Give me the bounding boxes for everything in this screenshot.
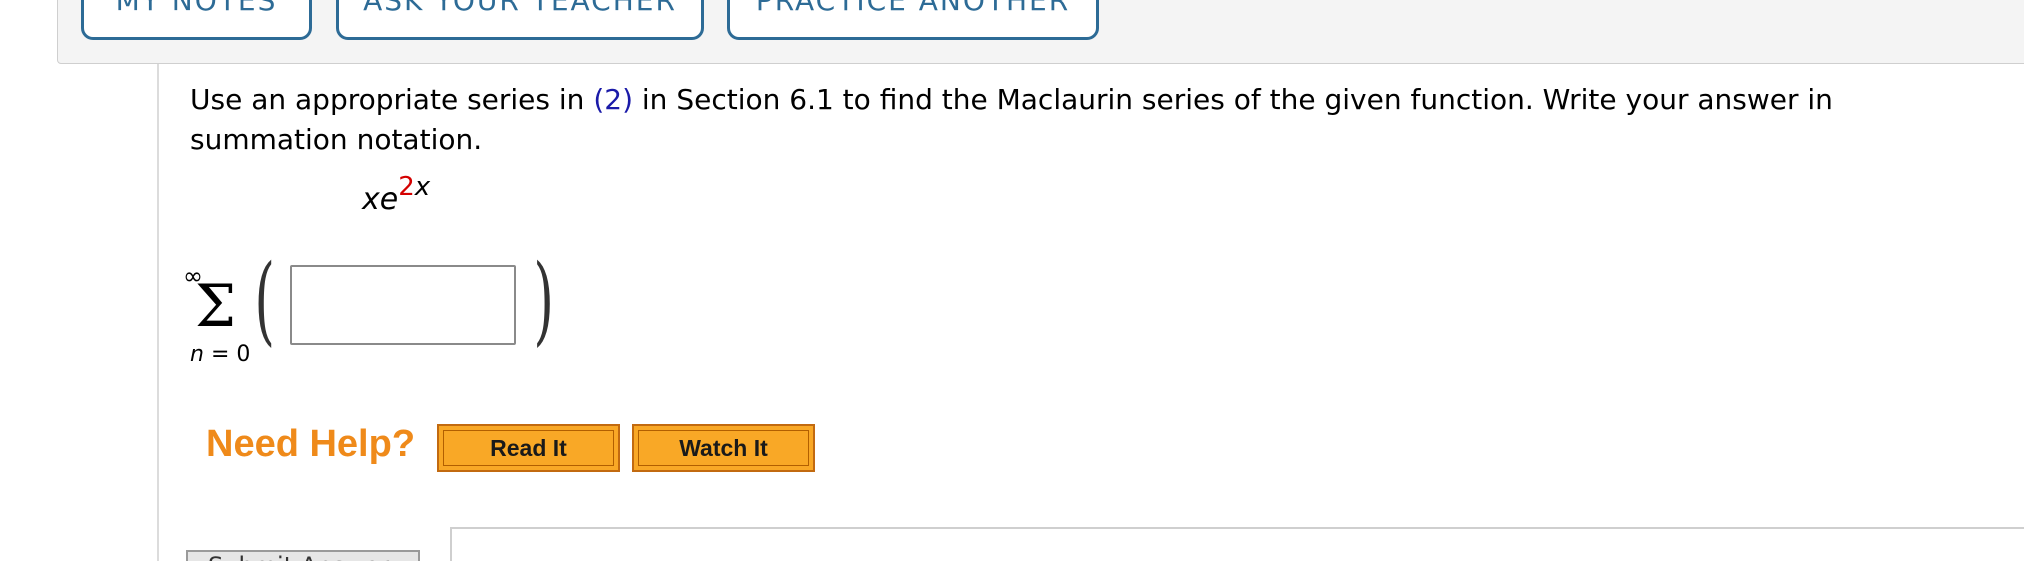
exponent-coefficient: 2 bbox=[398, 172, 415, 202]
left-parenthesis: ( bbox=[254, 244, 276, 356]
need-help-label: Need Help? bbox=[206, 423, 416, 465]
practice-another-label: PRACTICE ANOTHER bbox=[755, 0, 1071, 17]
function-expression: xe2x bbox=[362, 172, 430, 217]
ask-your-teacher-button[interactable]: ASK YOUR TEACHER bbox=[336, 0, 704, 40]
my-notes-button[interactable]: MY NOTES bbox=[81, 0, 312, 40]
my-notes-label: MY NOTES bbox=[115, 0, 278, 17]
function-base: xe bbox=[362, 182, 399, 217]
answer-input[interactable] bbox=[290, 265, 516, 345]
read-it-label: Read It bbox=[443, 430, 614, 466]
question-border bbox=[157, 64, 159, 561]
summation-lower-limit: n = 0 bbox=[190, 342, 250, 367]
lower-limit-equals: = bbox=[203, 342, 237, 367]
lower-limit-variable: n bbox=[190, 342, 204, 367]
page: MY NOTES ASK YOUR TEACHER PRACTICE ANOTH… bbox=[0, 0, 2024, 561]
series-reference-link[interactable]: (2) bbox=[593, 83, 633, 116]
watch-it-label: Watch It bbox=[638, 430, 809, 466]
practice-another-button[interactable]: PRACTICE ANOTHER bbox=[727, 0, 1099, 40]
submit-answer-button[interactable]: Submit Answer bbox=[186, 550, 420, 561]
question-text-start: Use an appropriate series in bbox=[190, 83, 594, 116]
right-parenthesis: ) bbox=[533, 244, 555, 356]
read-it-button[interactable]: Read It bbox=[437, 424, 620, 472]
sigma-symbol: Σ bbox=[195, 272, 237, 340]
lower-limit-value: 0 bbox=[236, 342, 251, 367]
question-text: Use an appropriate series in (2) in Sect… bbox=[190, 80, 1990, 160]
ask-your-teacher-label: ASK YOUR TEACHER bbox=[363, 0, 677, 17]
bottom-panel bbox=[450, 527, 2024, 561]
watch-it-button[interactable]: Watch It bbox=[632, 424, 815, 472]
exponent-variable: x bbox=[414, 172, 431, 202]
